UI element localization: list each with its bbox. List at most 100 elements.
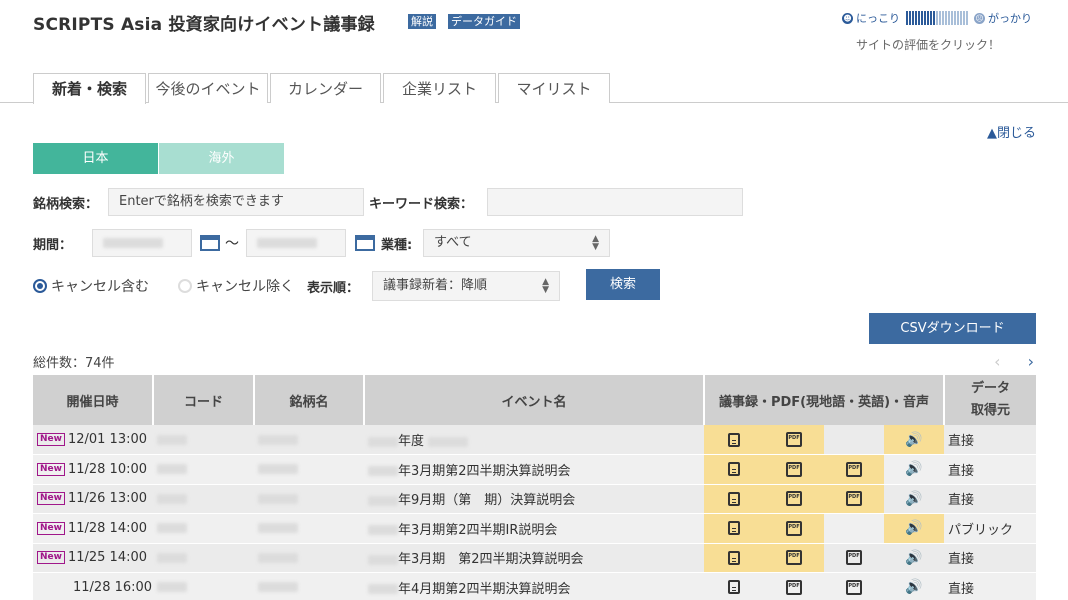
pdf-icon: PDF [786,432,802,447]
next-page-icon[interactable]: › [1028,352,1034,371]
row-company[interactable] [254,454,364,485]
calendar-end-icon[interactable] [355,235,375,251]
pdf-english-cell[interactable]: PDF [824,572,884,600]
industry-value: すべて [434,235,472,250]
page-title: SCRIPTS Asia 投資家向けイベント議事録 [33,15,375,35]
total-count: 総件数：74件 [33,356,115,371]
period-end-input[interactable] [246,229,346,257]
calendar-start-icon[interactable] [200,235,220,251]
col-header-name[interactable]: 銘柄名 [254,375,365,425]
new-badge: New [37,521,65,535]
pdf-english-icon: PDF [846,579,862,595]
row-date: New 11/28 14:00 [33,513,153,544]
row-event[interactable]: 年度 [364,425,704,455]
pdf-local-cell[interactable]: PDF [764,425,824,455]
row-code [153,454,254,485]
cancel-exclude-radio[interactable]: キャンセル除く [178,276,294,296]
period-label: 期間： [33,238,73,253]
audio-cell[interactable]: 🔊 [884,513,944,544]
order-select[interactable]: 議事録新着：降順 ▲ ▼ [372,271,560,301]
col-header-event[interactable]: イベント名 [364,375,705,425]
transcript-icon [728,521,740,536]
search-button[interactable]: 検索 [586,269,660,300]
transcript-cell[interactable] [704,513,764,544]
pdf-icon: PDF [786,461,802,477]
table-row[interactable]: New 11/28 10:00 年3月期第2四半期決算説明会 PDF PDF 🔊 … [33,454,1036,485]
tab-new-search[interactable]: 新着・検索 [33,73,146,104]
audio-cell[interactable]: 🔊 [884,572,944,600]
col-header-date[interactable]: 開催日時 [33,375,154,425]
audio-cell[interactable]: 🔊 [884,543,944,573]
speaker-icon: 🔊 [905,579,923,596]
site-rating[interactable]: ☻ にっこり ☹ がっかり [842,10,1032,26]
row-code [153,572,254,600]
pdf-icon: PDF [786,520,802,536]
pdf-english-cell[interactable]: PDF [824,543,884,573]
transcript-cell[interactable] [704,425,764,455]
audio-cell[interactable]: 🔊 [884,425,944,455]
region-overseas-button[interactable]: 海外 [159,143,284,174]
row-event[interactable]: 年3月期第2四半期決算説明会 [364,454,704,485]
rating-bar[interactable] [906,11,968,25]
table-row[interactable]: New 11/26 13:00 年9月期（第 期）決算説明会 PDF PDF 🔊 … [33,484,1036,514]
col-header-code[interactable]: コード [153,375,255,425]
guide-tag-explanation[interactable]: 解説 [408,14,436,29]
table-row[interactable]: New 11/28 14:00 年3月期第2四半期IR説明会 PDF 🔊 パブリッ… [33,513,1036,544]
region-japan-button[interactable]: 日本 [33,143,158,174]
pdf-english-cell[interactable]: PDF [824,484,884,514]
keyword-search-input[interactable] [487,188,743,216]
row-company[interactable] [254,572,364,600]
transcript-cell[interactable] [704,484,764,514]
csv-download-button[interactable]: CSVダウンロード [869,313,1036,344]
audio-cell[interactable]: 🔊 [884,484,944,514]
transcript-cell[interactable] [704,572,764,600]
sad-face-icon: ☹ [974,12,985,24]
pdf-local-cell[interactable]: PDF [764,513,824,544]
pdf-local-cell[interactable]: PDF [764,543,824,573]
table-row[interactable]: New 12/01 13:00 年度 PDF 🔊 直接 [33,425,1036,455]
row-code [153,484,254,514]
stock-search-input[interactable]: Enterで銘柄を検索できます [108,188,364,216]
transcript-cell[interactable] [704,454,764,485]
transcript-icon [728,550,740,565]
main-tabs: 新着・検索 今後のイベント カレンダー 企業リスト マイリスト [0,73,1068,104]
data-guide-tag[interactable]: データガイド [448,14,520,29]
radio-unselected-icon [178,279,192,293]
pdf-icon: PDF [786,579,802,595]
pdf-english-cell [824,513,884,544]
row-event[interactable]: 年3月期第2四半期IR説明会 [364,513,704,544]
new-badge: New [37,462,65,476]
row-company[interactable] [254,484,364,514]
tab-my-list[interactable]: マイリスト [498,73,610,103]
tab-upcoming-events[interactable]: 今後のイベント [148,73,268,103]
audio-cell[interactable]: 🔊 [884,454,944,485]
row-company[interactable] [254,425,364,455]
transcript-icon [728,580,740,595]
period-start-input[interactable] [92,229,192,257]
table-row[interactable]: New 11/25 14:00 年3月期 第2四半期決算説明会 PDF PDF 🔊… [33,543,1036,573]
industry-select[interactable]: すべて ▲ ▼ [423,229,610,257]
row-event[interactable]: 年9月期（第 期）決算説明会 [364,484,704,514]
tab-calendar[interactable]: カレンダー [270,73,381,103]
table-row[interactable]: 11/28 16:00 年4月期第2四半期決算説明会 PDF PDF 🔊 直接 [33,572,1036,600]
tab-company-list[interactable]: 企業リスト [383,73,496,103]
row-event[interactable]: 年4月期第2四半期決算説明会 [364,572,704,600]
cancel-include-radio[interactable]: キャンセル含む [33,276,149,296]
pdf-local-cell[interactable]: PDF [764,454,824,485]
row-source: 直接 [944,425,1036,455]
prev-page-icon[interactable]: ‹ [994,352,1000,371]
pdf-local-cell[interactable]: PDF [764,572,824,600]
row-company[interactable] [254,543,364,573]
pdf-english-icon: PDF [846,491,862,507]
row-event[interactable]: 年3月期 第2四半期決算説明会 [364,543,704,573]
cancel-exclude-label: キャンセル除く [196,279,294,295]
transcript-cell[interactable] [704,543,764,573]
row-source: 直接 [944,454,1036,485]
pdf-english-cell[interactable]: PDF [824,454,884,485]
row-company[interactable] [254,513,364,544]
close-panel-link[interactable]: ▲閉じる [987,122,1036,141]
industry-label: 業種: [381,238,413,253]
speaker-icon: 🔊 [905,431,923,448]
select-arrow-icon: ▲ ▼ [542,277,549,295]
pdf-local-cell[interactable]: PDF [764,484,824,514]
